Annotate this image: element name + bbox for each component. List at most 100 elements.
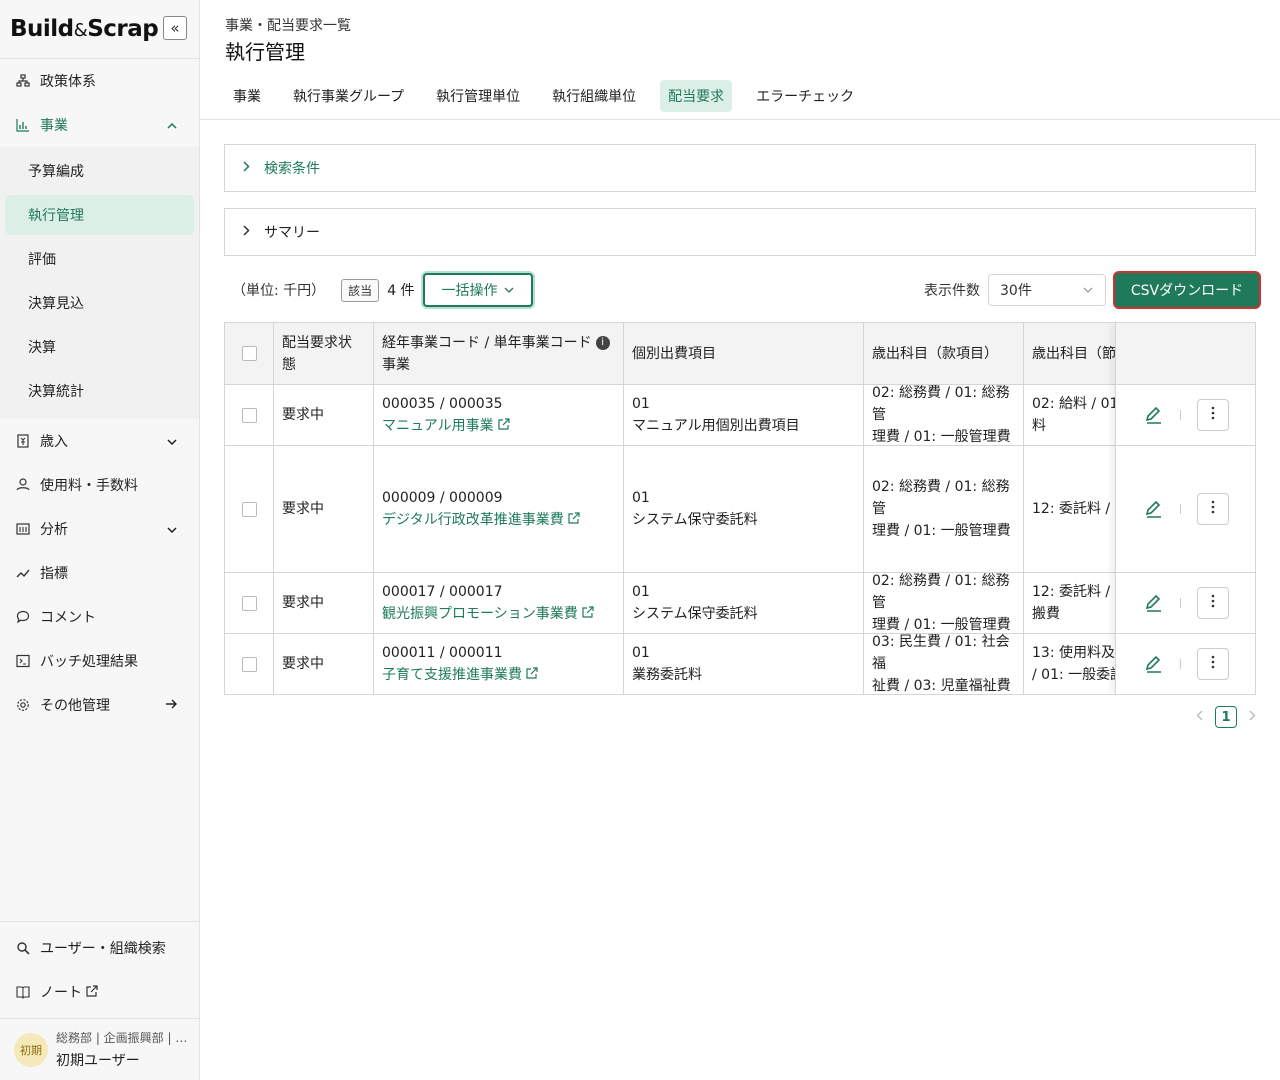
row-checkbox[interactable] [241,407,257,423]
per-page-value: 30件 [1000,283,1032,299]
sidebar-sub-evaluation[interactable]: 評価 [5,239,194,279]
sidebar-item-analysis[interactable]: 分析 [0,507,199,551]
actions-header [1116,323,1255,384]
project-link[interactable]: 観光振興プロモーション事業費 [382,606,578,622]
tab-projects[interactable]: 事業 [225,80,269,112]
per-page-select[interactable]: 30件 [988,274,1106,306]
app-logo[interactable]: Build&Scrap [10,16,159,42]
table-row[interactable]: 要求中 000035 / 000035 マニュアル用事業 01 マニュアル用個別… [225,384,1255,445]
account-line2: 理費 / 01: 一般管理費 [872,523,1011,539]
tab-management-units[interactable]: 執行管理単位 [428,80,528,112]
sidebar-item-user-search[interactable]: ユーザー・組織検索 [0,926,199,970]
item-name: 業務委託料 [632,667,702,683]
collapse-sidebar-button[interactable]: « [163,16,187,40]
coins-icon [16,478,30,492]
row-checkbox[interactable] [241,656,257,672]
divider [1180,659,1181,669]
sidebar-item-batch[interactable]: バッチ処理結果 [0,639,199,683]
bulk-action-button[interactable]: 一括操作 [422,273,533,307]
edit-icon[interactable] [1144,499,1164,519]
search-conditions-panel[interactable]: 検索条件 [224,144,1256,192]
user-text: 総務部 | 企画振興部 | … 初期ユーザー [56,1029,187,1070]
project-code: 000009 / 000009 [382,489,503,506]
sidebar-item-policy[interactable]: 政策体系 [0,59,199,103]
account-cell: 02: 総務費 / 01: 総務管 理費 / 01: 一般管理費 [863,573,1023,633]
sidebar-sub-settlement[interactable]: 決算 [5,327,194,367]
row-actions-column [1115,323,1255,694]
sidebar-item-projects[interactable]: 事業 [0,103,199,147]
tab-organization-units[interactable]: 執行組織単位 [544,80,644,112]
next-page-icon[interactable] [1249,710,1256,725]
external-link-icon[interactable] [526,666,538,682]
header-status[interactable]: 配当要求状 態 [273,323,373,384]
edit-icon[interactable] [1144,654,1164,674]
more-menu-button[interactable] [1197,648,1229,680]
sidebar: Build&Scrap « 政策体系 事業 予算編成 執行管理 評価 決算見込 … [0,0,200,1080]
terminal-icon [16,654,30,668]
row-checkbox-cell [225,634,273,694]
user-profile[interactable]: 初期 総務部 | 企画振興部 | … 初期ユーザー [0,1018,199,1080]
sidebar-sub-execution[interactable]: 執行管理 [5,195,194,235]
panel-title: 検索条件 [264,161,320,177]
row-checkbox[interactable] [241,501,257,517]
external-link-icon[interactable] [568,511,580,527]
table-row[interactable]: 要求中 000011 / 000011 子育て支援推進事業費 01 業務委託料 … [225,633,1255,694]
account-line2: 理費 / 01: 一般管理費 [872,617,1011,633]
header-status-line2: 態 [282,356,296,373]
row-checkbox-cell [225,573,273,633]
sidebar-sub-forecast[interactable]: 決算見込 [5,283,194,323]
status-cell: 要求中 [273,385,373,445]
sidebar-item-indicators[interactable]: 指標 [0,551,199,595]
breadcrumb[interactable]: 事業・配当要求一覧 [225,15,351,35]
status-cell: 要求中 [273,446,373,572]
code-cell: 000011 / 000011 子育て支援推進事業費 [373,634,623,694]
sidebar-sub-statistics[interactable]: 決算統計 [5,371,194,411]
divider [1180,598,1181,608]
sidebar-item-other[interactable]: その他管理 [0,683,199,727]
more-menu-button[interactable] [1197,493,1229,525]
item-name: マニュアル用個別出費項目 [632,418,800,434]
more-menu-button[interactable] [1197,587,1229,619]
sidebar-item-comments[interactable]: コメント [0,595,199,639]
trend-icon [16,566,30,580]
sidebar-sub-budget[interactable]: 予算編成 [5,151,194,191]
tab-execution-groups[interactable]: 執行事業グループ [285,80,412,112]
header-code[interactable]: 経年事業コード / 単年事業コード i 事業 [373,323,623,384]
row-checkbox[interactable] [241,595,257,611]
sidebar-item-notes[interactable]: ノート [0,970,199,1014]
info-icon[interactable]: i [595,335,610,350]
header-account[interactable]: 歳出科目（款項目） [863,323,1023,384]
table-row[interactable]: 要求中 000017 / 000017 観光振興プロモーション事業費 01 シス… [225,572,1255,633]
external-link-icon[interactable] [582,605,594,621]
page-number-current[interactable]: 1 [1215,706,1237,728]
sidebar-item-fees[interactable]: 使用料・手数料 [0,463,199,507]
tab-allocation-requests[interactable]: 配当要求 [660,80,733,112]
prev-page-icon[interactable] [1196,710,1203,725]
analysis-icon [16,522,30,536]
edit-icon[interactable] [1144,405,1164,425]
csv-download-button[interactable]: CSVダウンロード [1115,273,1259,307]
edit-icon[interactable] [1144,593,1164,613]
more-vertical-icon [1211,655,1215,673]
account-line1: 02: 総務費 / 01: 総務管 [872,385,1010,423]
header-item[interactable]: 個別出費項目 [623,323,863,384]
project-link[interactable]: 子育て支援推進事業費 [382,667,522,683]
account-cell: 02: 総務費 / 01: 総務管 理費 / 01: 一般管理費 [863,446,1023,572]
sidebar-item-revenue[interactable]: 歳入 [0,419,199,463]
item-cell: 01 マニュアル用個別出費項目 [623,385,863,445]
project-code: 000011 / 000011 [382,644,503,661]
table-toolbar: （単位: 千円） 該当 4 件 一括操作 表示件数 30件 CSVダウンロード [224,270,1259,310]
tab-error-check[interactable]: エラーチェック [748,80,862,112]
table-row[interactable]: 要求中 000009 / 000009 デジタル行政改革推進事業費 01 システ… [225,445,1255,572]
chevron-down-icon [167,523,177,536]
item-code: 01 [632,584,650,600]
row-checkbox-cell [225,446,273,572]
more-menu-button[interactable] [1197,399,1229,431]
project-link[interactable]: マニュアル用事業 [382,418,494,434]
summary-panel[interactable]: サマリー [224,208,1256,256]
result-count: 4 件 [387,283,415,299]
project-link[interactable]: デジタル行政改革推進事業費 [382,512,564,528]
select-all-checkbox[interactable] [241,346,257,361]
external-link-icon[interactable] [497,417,510,433]
main-content: 事業・配当要求一覧 執行管理 事業 執行事業グループ 執行管理単位 執行組織単位… [200,0,1280,1080]
